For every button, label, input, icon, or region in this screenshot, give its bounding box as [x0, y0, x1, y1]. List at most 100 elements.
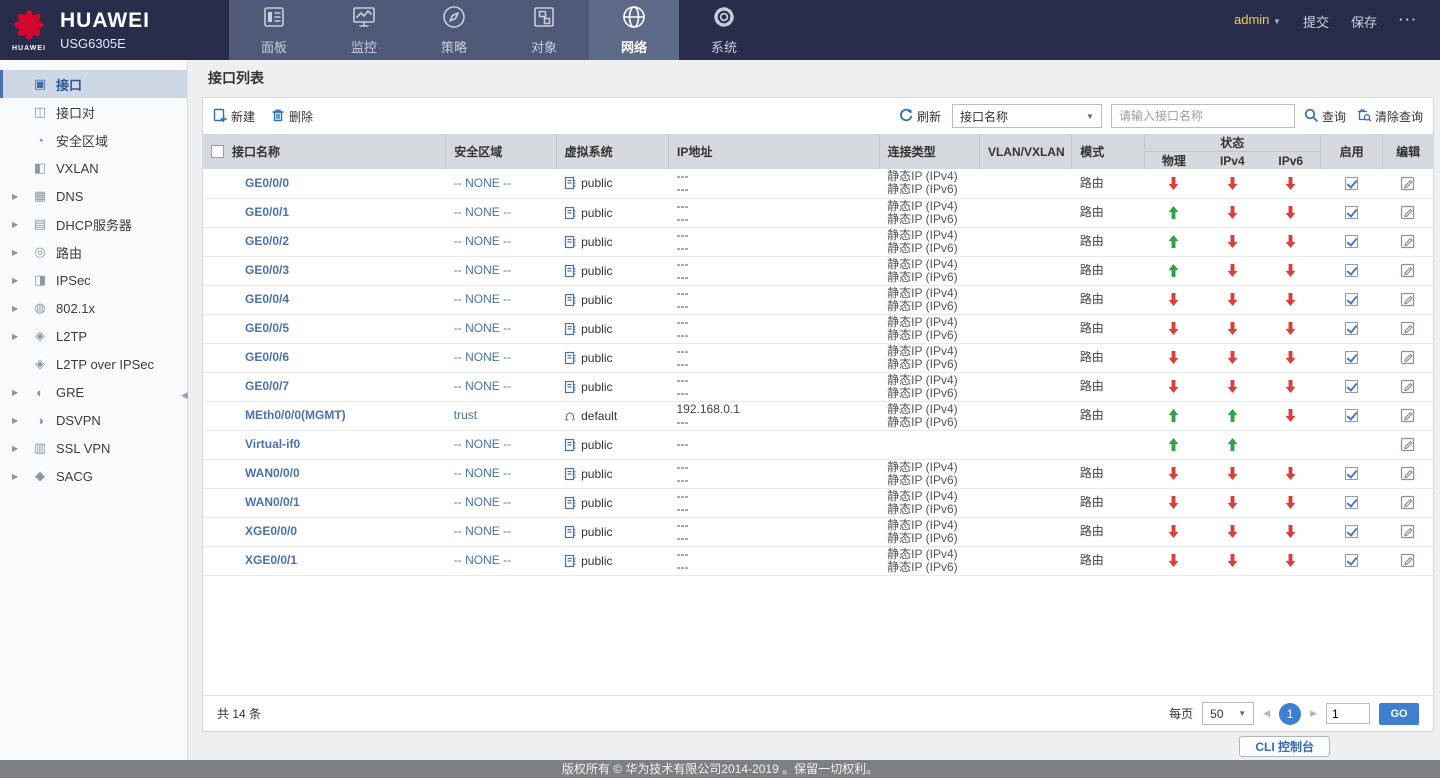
zone-link[interactable]: -- NONE --: [454, 495, 511, 509]
enable-checkbox[interactable]: [1345, 206, 1358, 219]
sidebar-item-l2tp-over-ipsec[interactable]: ◈L2TP over IPSec: [0, 350, 187, 378]
sidebar-item-dot1x[interactable]: ▶◍802.1x: [0, 294, 187, 322]
submit-button[interactable]: 提交: [1303, 12, 1329, 31]
expand-arrow-icon[interactable]: ▶: [12, 472, 18, 481]
interface-link[interactable]: GE0/0/4: [245, 292, 289, 306]
edit-icon[interactable]: [1400, 437, 1415, 451]
expand-arrow-icon[interactable]: ▶: [12, 332, 18, 341]
sidebar-item-dns[interactable]: ▶▦DNS: [0, 182, 187, 210]
enable-checkbox[interactable]: [1345, 322, 1358, 335]
sidebar-item-interface[interactable]: ▣接口: [0, 70, 187, 98]
sidebar-item-l2tp[interactable]: ▶◈L2TP: [0, 322, 187, 350]
nav-tab-dashboard[interactable]: 面板: [229, 0, 319, 60]
interface-link[interactable]: GE0/0/0: [245, 176, 289, 190]
enable-checkbox[interactable]: [1345, 293, 1358, 306]
interface-link[interactable]: GE0/0/2: [245, 234, 289, 248]
interface-link[interactable]: WAN0/0/0: [245, 466, 300, 480]
delete-button[interactable]: 删除: [271, 108, 313, 125]
user-menu[interactable]: admin ▼: [1234, 12, 1281, 27]
sidebar-item-gre[interactable]: ▶◐GRE: [0, 378, 187, 406]
sidebar-item-security-zone[interactable]: ◔安全区域: [0, 126, 187, 154]
edit-icon[interactable]: [1400, 175, 1415, 189]
enable-checkbox[interactable]: [1345, 380, 1358, 393]
interface-link[interactable]: Virtual-if0: [245, 437, 300, 451]
interface-link[interactable]: WAN0/0/1: [245, 495, 300, 509]
zone-link[interactable]: -- NONE --: [454, 379, 511, 393]
expand-arrow-icon[interactable]: ▶: [12, 192, 18, 201]
zone-link[interactable]: -- NONE --: [454, 524, 511, 538]
edit-icon[interactable]: [1400, 379, 1415, 393]
enable-checkbox[interactable]: [1345, 525, 1358, 538]
sidebar-item-ssl-vpn[interactable]: ▶▥SSL VPN: [0, 434, 187, 462]
interface-link[interactable]: XGE0/0/1: [245, 553, 297, 567]
edit-icon[interactable]: [1400, 553, 1415, 567]
expand-arrow-icon[interactable]: ▶: [12, 276, 18, 285]
expand-arrow-icon[interactable]: ▶: [12, 416, 18, 425]
enable-checkbox[interactable]: [1345, 351, 1358, 364]
interface-link[interactable]: GE0/0/5: [245, 321, 289, 335]
sidebar-item-route[interactable]: ▶◎路由: [0, 238, 187, 266]
edit-icon[interactable]: [1400, 205, 1415, 219]
edit-icon[interactable]: [1400, 466, 1415, 480]
nav-tab-monitor[interactable]: 监控: [319, 0, 409, 60]
cli-console-button[interactable]: CLI 控制台: [1239, 736, 1330, 757]
nav-tab-object[interactable]: 对象: [499, 0, 589, 60]
interface-link[interactable]: GE0/0/1: [245, 205, 289, 219]
interface-link[interactable]: GE0/0/6: [245, 350, 289, 364]
interface-link[interactable]: MEth0/0/0(MGMT): [245, 408, 346, 422]
enable-checkbox[interactable]: [1345, 264, 1358, 277]
sidebar-item-dhcp-server[interactable]: ▶▤DHCP服务器: [0, 210, 187, 238]
zone-link[interactable]: -- NONE --: [454, 437, 511, 451]
sidebar-item-dsvpn[interactable]: ▶◑DSVPN: [0, 406, 187, 434]
zone-link[interactable]: -- NONE --: [454, 176, 511, 190]
nav-tab-policy[interactable]: 策略: [409, 0, 499, 60]
interface-link[interactable]: GE0/0/7: [245, 379, 289, 393]
enable-checkbox[interactable]: [1345, 467, 1358, 480]
zone-link[interactable]: -- NONE --: [454, 205, 511, 219]
edit-icon[interactable]: [1400, 408, 1415, 422]
go-button[interactable]: GO: [1379, 703, 1419, 725]
edit-icon[interactable]: [1400, 495, 1415, 509]
select-all-checkbox[interactable]: [211, 145, 224, 158]
enable-checkbox[interactable]: [1345, 554, 1358, 567]
query-button[interactable]: 查询: [1304, 108, 1346, 125]
edit-icon[interactable]: [1400, 263, 1415, 277]
sidebar-item-interface-pair[interactable]: ◫接口对: [0, 98, 187, 126]
sidebar-item-ipsec[interactable]: ▶◨IPSec: [0, 266, 187, 294]
expand-arrow-icon[interactable]: ▶: [12, 388, 18, 397]
goto-page-input[interactable]: [1326, 703, 1370, 724]
expand-arrow-icon[interactable]: ▶: [12, 248, 18, 257]
edit-icon[interactable]: [1400, 350, 1415, 364]
edit-icon[interactable]: [1400, 321, 1415, 335]
interface-link[interactable]: XGE0/0/0: [245, 524, 297, 538]
search-input[interactable]: [1111, 104, 1295, 128]
zone-link[interactable]: -- NONE --: [454, 350, 511, 364]
prev-page-icon[interactable]: ◀: [1263, 708, 1270, 719]
zone-link[interactable]: -- NONE --: [454, 292, 511, 306]
save-button[interactable]: 保存: [1351, 12, 1377, 31]
more-menu[interactable]: ···: [1399, 12, 1418, 27]
enable-checkbox[interactable]: [1345, 235, 1358, 248]
zone-link[interactable]: -- NONE --: [454, 263, 511, 277]
current-page[interactable]: 1: [1279, 703, 1301, 725]
edit-icon[interactable]: [1400, 234, 1415, 248]
enable-checkbox[interactable]: [1345, 177, 1358, 190]
enable-checkbox[interactable]: [1345, 496, 1358, 509]
per-page-select[interactable]: 50▼: [1202, 702, 1254, 725]
refresh-button[interactable]: 刷新: [899, 108, 941, 125]
enable-checkbox[interactable]: [1345, 409, 1358, 422]
sidebar-collapse-handle[interactable]: ◀: [181, 390, 188, 401]
zone-link[interactable]: -- NONE --: [454, 466, 511, 480]
expand-arrow-icon[interactable]: ▶: [12, 220, 18, 229]
nav-tab-system[interactable]: 系统: [679, 0, 769, 60]
nav-tab-network[interactable]: 网络: [589, 0, 679, 60]
filter-field-select[interactable]: 接口名称▼: [952, 104, 1102, 128]
sidebar-item-sacg[interactable]: ▶◆SACG: [0, 462, 187, 490]
next-page-icon[interactable]: ▶: [1310, 708, 1317, 719]
edit-icon[interactable]: [1400, 524, 1415, 538]
sidebar-item-vxlan[interactable]: ◧VXLAN: [0, 154, 187, 182]
expand-arrow-icon[interactable]: ▶: [12, 304, 18, 313]
edit-icon[interactable]: [1400, 292, 1415, 306]
zone-link[interactable]: -- NONE --: [454, 553, 511, 567]
zone-link[interactable]: -- NONE --: [454, 321, 511, 335]
